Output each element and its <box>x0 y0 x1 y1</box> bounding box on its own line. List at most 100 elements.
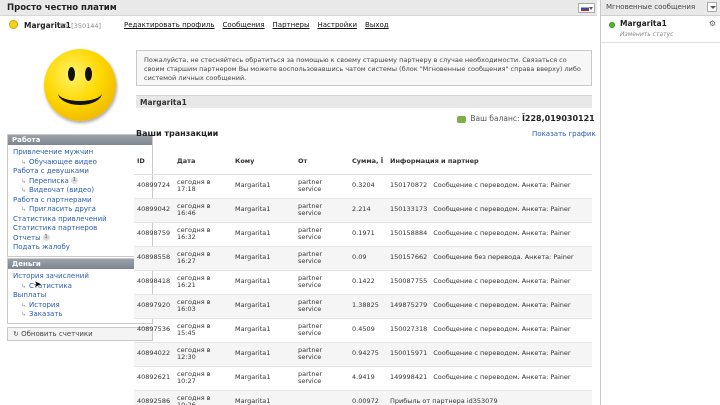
sidebar-item[interactable]: Отчеты 1 <box>13 234 147 244</box>
sidebar-item[interactable]: Видеочат (видео) <box>13 186 147 196</box>
change-status-link[interactable]: Изменить статус <box>620 31 673 38</box>
sidebar-item-label[interactable]: Привлечение мужчин <box>13 148 93 156</box>
sidebar-item-label[interactable]: Выплаты <box>13 291 46 299</box>
info-text: Сообщение с переводом. Анкета: Painer <box>433 349 571 358</box>
info-text: Сообщение с переводом. Анкета: Painer <box>433 373 571 382</box>
smiley-icon <box>44 49 116 121</box>
sidebar-item[interactable]: Переписка1 <box>13 177 147 187</box>
cell-sum: 0.94275 <box>349 342 387 367</box>
cell-sum: 0.3204 <box>349 174 387 199</box>
cell-sum: 4.9419 <box>349 366 387 391</box>
sidebar-item-label[interactable]: Статистика привлечений <box>13 215 107 223</box>
balance-value: Ī228,019030121 <box>521 114 595 123</box>
table-row: 40898418 сегодня в 16:21 Margarita1 partner… <box>134 270 592 295</box>
cell-info: 150027318 Сообщение с переводом. Анкета: … <box>387 318 592 343</box>
info-id: 149998421 <box>390 373 428 382</box>
cell-info: 150015971 Сообщение с переводом. Анкета: … <box>387 342 592 367</box>
nav-edit-profile[interactable]: Редактировать профиль <box>124 21 215 29</box>
cell-from: partner service <box>295 270 349 295</box>
sidebar-item-label[interactable]: Отчеты <box>13 234 41 242</box>
sidebar-item-label[interactable]: Обучающее видео <box>29 158 97 166</box>
sidebar-item[interactable]: Работа с девушками <box>13 167 147 177</box>
cell-to: Margarita1 <box>232 294 295 319</box>
money-panel: Деньги История зачисленийСтатистикаВыпла… <box>7 258 153 324</box>
nav-partners[interactable]: Партнеры <box>273 21 310 29</box>
language-selector[interactable] <box>578 3 595 13</box>
notice-box: Пожалуйста, не стесняйтесь обратиться за… <box>136 50 592 86</box>
cell-from: partner service <box>295 294 349 319</box>
cell-date: сегодня в 16:21 <box>174 270 232 295</box>
sidebar-item-label[interactable]: Статистика партнеров <box>13 224 97 232</box>
refresh-counters-button[interactable]: ↻ Обновить счетчики <box>7 327 153 341</box>
nav-settings[interactable]: Настройки <box>317 21 357 29</box>
refresh-label: Обновить счетчики <box>21 330 93 338</box>
profile-avatar[interactable] <box>7 40 153 130</box>
cell-date: сегодня в 12:30 <box>174 342 232 367</box>
cell-from: partner service <box>295 342 349 367</box>
col-id: ID <box>134 148 174 175</box>
col-from: От <box>295 148 349 175</box>
balance-label: Ваш баланс: <box>470 114 520 123</box>
info-id: 150133173 <box>390 205 428 214</box>
cell-to: Margarita1 <box>232 246 295 271</box>
cell-id: 40898558 <box>134 246 174 271</box>
cell-from: partner service <box>295 174 349 199</box>
cell-sum: 2.214 <box>349 198 387 223</box>
sidebar-item-label[interactable]: Пригласить друга <box>29 205 96 213</box>
gear-icon[interactable]: ⚙ <box>709 19 716 28</box>
sidebar-item[interactable]: Статистика партнеров <box>13 224 147 234</box>
sidebar-item-label[interactable]: Видеочат (видео) <box>29 186 94 194</box>
info-id: 150170872 <box>390 181 428 190</box>
cell-info: 150157662 Сообщение без перевода. Анкета:… <box>387 246 592 271</box>
nav-messages[interactable]: Сообщения <box>223 21 265 29</box>
cell-id: 40899042 <box>134 198 174 223</box>
page-title: Margarita1 <box>136 95 592 108</box>
cell-date: сегодня в 16:03 <box>174 294 232 319</box>
info-id: 150027318 <box>390 325 428 334</box>
sidebar-item[interactable]: Заказать <box>13 310 147 320</box>
info-id: 150015971 <box>390 349 428 358</box>
cell-from: partner service <box>295 198 349 223</box>
cell-from: partner service <box>295 222 349 247</box>
avatar-mini <box>9 20 18 29</box>
sidebar-item-label[interactable]: История <box>29 301 60 309</box>
messenger-username: Margarita1 <box>620 19 667 28</box>
cell-id: 40892621 <box>134 366 174 391</box>
sidebar-item-label[interactable]: Работа с партнерами <box>13 196 92 204</box>
cell-date: сегодня в 10:26 <box>174 390 232 405</box>
sidebar-item[interactable]: История <box>13 301 147 311</box>
cell-id: 40897920 <box>134 294 174 319</box>
sidebar-item[interactable]: Подать жалобу <box>13 243 147 253</box>
sidebar-item[interactable]: Работа с партнерами <box>13 196 147 206</box>
transactions-table: ID Дата Кому От Сумма, Ī Информация и па… <box>134 148 592 405</box>
sidebar-item[interactable]: Обучающее видео <box>13 158 147 168</box>
messenger-header[interactable]: Мгновенные сообщения <box>601 0 720 16</box>
show-graph-link[interactable]: Показать график <box>532 130 596 138</box>
cell-to: Margarita1 <box>232 270 295 295</box>
table-row: 40898558 сегодня в 16:27 Margarita1 partner… <box>134 246 592 271</box>
table-row: 40897920 сегодня в 16:03 Margarita1 partner… <box>134 294 592 319</box>
sidebar-item[interactable]: Выплаты <box>13 291 147 301</box>
chevron-down-icon <box>589 7 593 10</box>
sidebar-item-label[interactable]: История зачислений <box>13 272 89 280</box>
count-badge: 1 <box>70 177 78 184</box>
sidebar-item-label[interactable]: Подать жалобу <box>13 243 70 251</box>
online-status-icon <box>609 22 615 28</box>
sidebar-item-label[interactable]: Заказать <box>29 310 63 318</box>
sidebar-item[interactable]: Статистика привлечений <box>13 215 147 225</box>
info-id: 150158884 <box>390 229 428 238</box>
sidebar-item[interactable]: Привлечение мужчин <box>13 148 147 158</box>
sidebar-item[interactable]: Пригласить друга <box>13 205 147 215</box>
site-title[interactable]: Просто честно платим <box>7 3 117 13</box>
cell-sum: 0.09 <box>349 246 387 271</box>
cell-info: 149875279 Сообщение с переводом. Анкета: … <box>387 294 592 319</box>
nav-logout[interactable]: Выход <box>365 21 389 29</box>
table-row: 40894022 сегодня в 12:30 Margarita1 partner… <box>134 342 592 367</box>
chevron-down-icon[interactable] <box>707 2 717 12</box>
cell-id: 40898759 <box>134 222 174 247</box>
sidebar-item-label[interactable]: Переписка <box>29 177 69 185</box>
work-panel: Работа Привлечение мужчин Обучающее видео… <box>7 134 153 257</box>
cell-to: Margarita1 <box>232 198 295 223</box>
transactions-title: Ваши транзакции <box>136 129 219 138</box>
sidebar-item-label[interactable]: Работа с девушками <box>13 167 89 175</box>
